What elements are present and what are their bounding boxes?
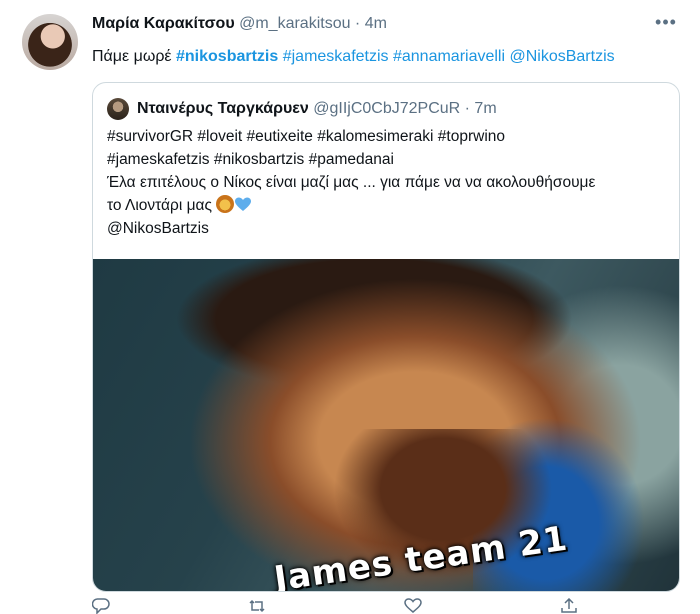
tweet[interactable]: Μαρία Καρακίτσου @m_karakitsou · 4m ••• … — [0, 0, 700, 614]
quoted-text: #survivorGR #loveit #eutixeite #kalomesi… — [107, 126, 595, 241]
like-icon[interactable] — [404, 598, 422, 614]
reply-icon[interactable] — [92, 598, 110, 614]
tweet-links[interactable]: #jameskafetzis #annamariavelli @NikosBar… — [278, 48, 615, 65]
quoted-author-handle-time[interactable]: @gIIjC0CbJ72PCuR · 7m — [313, 100, 496, 117]
author-name[interactable]: Μαρία Καρακίτσου — [92, 15, 235, 32]
retweet-icon[interactable] — [248, 598, 266, 614]
lion-emoji — [215, 195, 234, 213]
more-icon[interactable]: ••• — [654, 12, 678, 36]
quoted-line: Έλα επιτέλους ο Νίκος είναι μαζί μας ...… — [107, 174, 596, 191]
avatar[interactable] — [22, 14, 78, 70]
share-icon[interactable] — [560, 598, 578, 614]
quoted-line: #jameskafetzis #nikosbartzis #pamedanai — [107, 151, 394, 168]
tweet-actions — [92, 598, 652, 614]
tweet-header: Μαρία Καρακίτσου @m_karakitsou · 4m — [92, 15, 387, 33]
quoted-line: @NikosBartzis — [107, 220, 209, 237]
blue-heart-emoji — [234, 197, 251, 211]
tweet-text-plain: Πάμε μωρέ — [92, 48, 176, 65]
quoted-tweet[interactable]: Νταινέρυς Ταργκάρυεν @gIIjC0CbJ72PCuR · … — [92, 82, 680, 592]
quoted-image[interactable]: James team 21 — [93, 259, 679, 591]
quoted-line: #survivorGR #loveit #eutixeite #kalomesi… — [107, 128, 506, 145]
quoted-line: το Λιοντάρι μας — [107, 197, 212, 214]
hashtag-link[interactable]: #nikosbartzis — [176, 48, 278, 65]
author-handle-time[interactable]: @m_karakitsou · 4m — [239, 15, 387, 32]
tweet-text: Πάμε μωρέ #nikosbartzis #jameskafetzis #… — [92, 48, 615, 66]
quoted-author-name[interactable]: Νταινέρυς Ταργκάρυεν — [137, 100, 309, 117]
quoted-line-with-emoji: το Λιοντάρι μας — [107, 195, 595, 218]
quoted-header: Νταινέρυς Ταργκάρυεν @gIIjC0CbJ72PCuR · … — [137, 100, 497, 118]
quoted-avatar[interactable] — [107, 98, 129, 120]
